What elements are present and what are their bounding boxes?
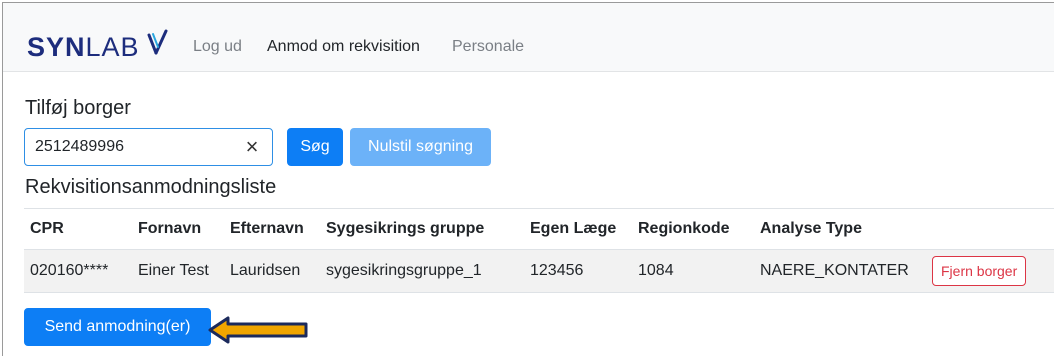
cell-cpr: 020160****: [24, 249, 132, 293]
logo-text-bold: SYN: [27, 32, 86, 62]
column-header-actions: [926, 208, 1054, 250]
send-requests-button[interactable]: Send anmodning(er): [24, 308, 211, 346]
request-list-heading: Rekvisitionsanmodningsliste: [25, 176, 277, 198]
cell-last-name: Lauridsen: [224, 249, 320, 293]
column-header-region-code: Regionkode: [632, 208, 754, 250]
column-header-last-name: Efternavn: [224, 208, 320, 250]
top-navbar: SYNLAB Log ud Anmod om rekvisition Perso…: [3, 3, 1054, 72]
synlab-logo-mark-icon: [147, 29, 168, 55]
add-citizen-heading: Tilføj borger: [25, 97, 131, 119]
cell-region-code: 1084: [632, 249, 754, 293]
logo-text-light: LAB: [85, 32, 140, 62]
table-row: 020160**** Einer Test Lauridsen sygesikr…: [24, 249, 1054, 293]
cpr-search-input[interactable]: [35, 137, 235, 157]
reset-search-button[interactable]: Nulstil søgning: [350, 128, 491, 166]
cell-insurance-group: sygesikringsgruppe_1: [320, 249, 524, 293]
column-header-analysis-type: Analyse Type: [754, 208, 926, 250]
search-button[interactable]: Søg: [287, 128, 343, 166]
clear-search-icon[interactable]: ×: [241, 135, 263, 159]
cell-first-name: Einer Test: [132, 249, 224, 293]
cell-own-doctor: 123456: [524, 249, 632, 293]
column-header-insurance-group: Sygesikrings gruppe: [320, 208, 524, 250]
cell-actions: Fjern borger: [926, 249, 1054, 293]
remove-citizen-button[interactable]: Fjern borger: [932, 256, 1027, 286]
pointer-arrow-icon: [208, 316, 308, 344]
request-table: CPR Fornavn Efternavn Sygesikrings grupp…: [24, 208, 1054, 293]
synlab-logo[interactable]: SYNLAB: [27, 33, 140, 61]
cell-analysis-type: NAERE_KONTATER: [754, 249, 926, 293]
nav-request-requisition[interactable]: Anmod om rekvisition: [267, 37, 420, 57]
table-header-row: CPR Fornavn Efternavn Sygesikrings grupp…: [24, 208, 1054, 250]
column-header-own-doctor: Egen Læge: [524, 208, 632, 250]
column-header-first-name: Fornavn: [132, 208, 224, 250]
nav-staff[interactable]: Personale: [452, 37, 524, 57]
nav-log-out[interactable]: Log ud: [193, 37, 242, 57]
cpr-search-field[interactable]: ×: [24, 128, 273, 166]
column-header-cpr: CPR: [24, 208, 132, 250]
